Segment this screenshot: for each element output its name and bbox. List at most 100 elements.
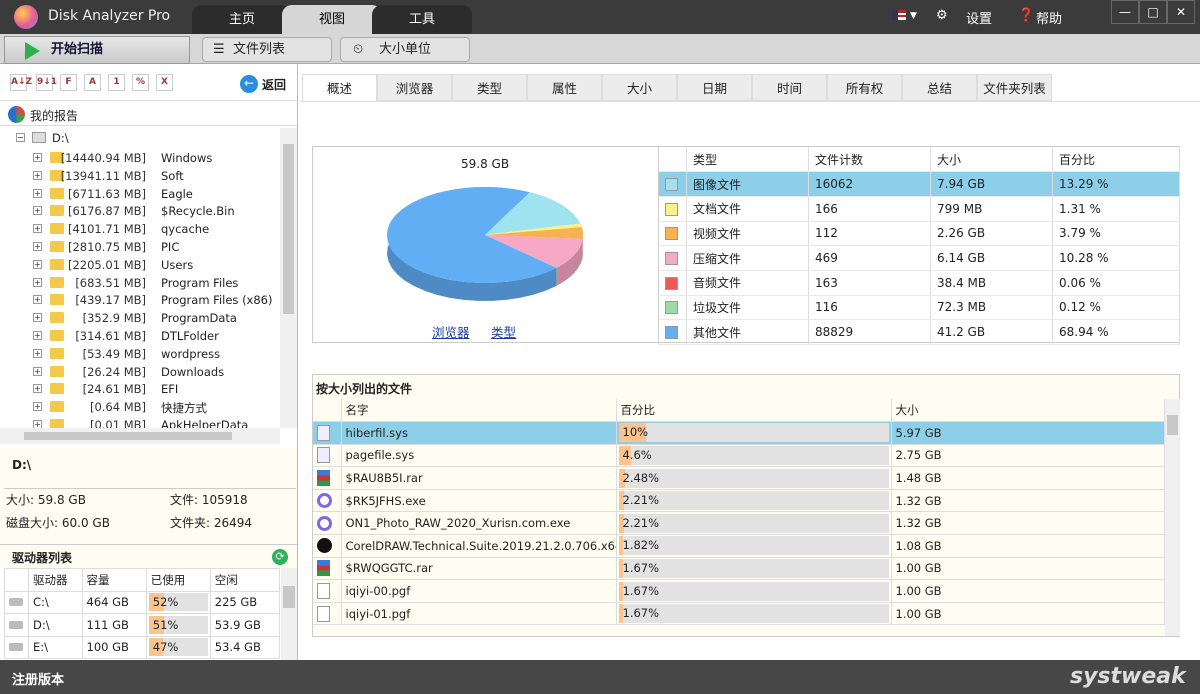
sort-button-5[interactable]: % — [132, 74, 149, 91]
files-scrollbar[interactable] — [1165, 399, 1180, 636]
tab-tools[interactable]: 工具 — [372, 5, 472, 34]
drive-row[interactable]: D:\ 111 GB 51% 53.9 GB — [4, 613, 281, 637]
tab-5[interactable]: 日期 — [677, 74, 752, 101]
tab-view[interactable]: 视图 — [282, 5, 382, 34]
back-button[interactable]: 返回 — [262, 76, 286, 93]
back-arrow-icon[interactable]: ← — [240, 75, 258, 93]
tree-item[interactable]: + [439.17 MB] Program Files (x86) — [0, 291, 280, 309]
type-row[interactable]: 文档文件 166 799 MB 1.31 % — [658, 196, 1180, 222]
col-free[interactable]: 空闲 — [209, 568, 281, 592]
file-row[interactable]: CorelDRAW.Technical.Suite.2019.21.2.0.70… — [313, 534, 1165, 558]
col-used[interactable]: 已使用 — [145, 568, 211, 592]
expand-icon[interactable]: + — [33, 402, 42, 412]
expand-icon[interactable]: + — [33, 259, 42, 269]
settings-button[interactable]: 设置 — [966, 8, 992, 27]
minimize-button[interactable]: — — [1111, 0, 1139, 24]
sort-button-0[interactable]: A↓Z — [10, 74, 32, 91]
pie-chart[interactable] — [363, 177, 613, 317]
type-row[interactable]: 其他文件 88829 41.2 GB 68.94 % — [658, 319, 1180, 345]
file-row[interactable]: iqiyi-01.pgf 1.67% 1.00 GB — [313, 602, 1165, 626]
tree-item[interactable]: + [352.9 MB] ProgramData — [0, 309, 280, 327]
sort-button-6[interactable]: X — [156, 74, 173, 91]
expand-icon[interactable]: + — [33, 224, 42, 234]
type-link[interactable]: 类型 — [491, 322, 516, 341]
tree-item[interactable]: + [2205.01 MB] Users — [0, 256, 280, 274]
collapse-icon[interactable]: − — [16, 133, 25, 142]
tab-2[interactable]: 类型 — [452, 74, 527, 101]
help-button[interactable]: 帮助 — [1036, 8, 1062, 27]
col-type[interactable]: 类型 — [686, 147, 809, 173]
tree-item[interactable]: + [0.64 MB] 快捷方式 — [0, 398, 280, 416]
drive-scrollbar[interactable] — [281, 568, 297, 660]
my-report-row[interactable]: 我的报告 — [0, 100, 297, 126]
tree-item[interactable]: + [683.51 MB] Program Files — [0, 274, 280, 292]
tree-item[interactable]: + [14440.94 MB] Windows — [0, 149, 280, 167]
expand-icon[interactable]: + — [33, 331, 42, 340]
drive-row[interactable]: C:\ 464 GB 52% 225 GB — [4, 590, 281, 614]
tree-horizontal-scrollbar[interactable] — [0, 428, 280, 444]
tree-item[interactable]: + [13941.11 MB] Soft — [0, 167, 280, 185]
close-button[interactable]: ✕ — [1167, 0, 1195, 24]
tab-8[interactable]: 总结 — [902, 74, 977, 101]
expand-icon[interactable]: + — [33, 366, 42, 376]
sort-button-2[interactable]: F — [60, 74, 77, 91]
tree-item[interactable]: + [6711.63 MB] Eagle — [0, 185, 280, 203]
tab-4[interactable]: 大小 — [602, 74, 677, 101]
type-row[interactable]: 音频文件 163 38.4 MB 0.06 % — [658, 270, 1180, 296]
col-file-percent[interactable]: 百分比 — [616, 399, 892, 423]
tree-item[interactable]: + [6176.87 MB] $Recycle.Bin — [0, 202, 280, 220]
col-drive[interactable]: 驱动器 — [28, 568, 83, 592]
maximize-button[interactable]: □ — [1139, 0, 1167, 24]
size-unit-button[interactable]: ⏲ 大小单位 — [340, 37, 470, 62]
col-name[interactable]: 名字 — [341, 399, 617, 423]
expand-icon[interactable]: + — [33, 277, 42, 287]
col-file-size[interactable]: 大小 — [891, 399, 1165, 423]
file-row[interactable]: $RK5JFHS.exe 2.21% 1.32 GB — [313, 489, 1165, 513]
chevron-down-icon[interactable]: ▼ — [910, 11, 917, 21]
file-row[interactable]: $RAU8B5I.rar 2.48% 1.48 GB — [313, 466, 1165, 490]
sort-button-1[interactable]: 9↓1 — [36, 74, 57, 91]
col-size[interactable]: 大小 — [930, 147, 1053, 173]
tab-6[interactable]: 时间 — [752, 74, 827, 101]
file-row[interactable]: hiberfil.sys 10% 5.97 GB — [313, 421, 1165, 445]
folder-tree[interactable]: − D:\ + [14440.94 MB] Windows + [13941.11 MB… — [0, 128, 280, 428]
file-row[interactable]: ON1_Photo_RAW_2020_Xurisn.com.exe 2.21% 1.… — [313, 511, 1165, 536]
type-row[interactable]: 垃圾文件 116 72.3 MB 0.12 % — [658, 295, 1180, 321]
tree-root[interactable]: D:\ — [52, 131, 69, 145]
file-row[interactable]: iqiyi-00.pgf 1.67% 1.00 GB — [313, 579, 1165, 603]
tab-3[interactable]: 属性 — [527, 74, 602, 101]
tab-7[interactable]: 所有权 — [827, 74, 902, 101]
tab-1[interactable]: 浏览器 — [377, 74, 452, 101]
tab-9[interactable]: 文件夹列表 — [977, 74, 1052, 101]
expand-icon[interactable]: + — [33, 313, 42, 323]
tree-item[interactable]: + [2810.75 MB] PIC — [0, 238, 280, 256]
tab-0[interactable]: 概述 — [302, 74, 377, 102]
file-list-button[interactable]: ☰ 文件列表 — [202, 37, 332, 62]
help-icon[interactable]: ❓ — [1018, 8, 1034, 23]
expand-icon[interactable]: + — [33, 153, 42, 162]
drive-row[interactable]: E:\ 100 GB 47% 53.4 GB — [4, 635, 281, 659]
type-row[interactable]: 视频文件 112 2.26 GB 3.79 % — [658, 221, 1180, 247]
file-row[interactable]: $RWQGGTC.rar 1.67% 1.00 GB — [313, 557, 1165, 581]
col-count[interactable]: 文件计数 — [808, 147, 931, 173]
flag-language-icon[interactable] — [892, 10, 906, 20]
col-percent[interactable]: 百分比 — [1052, 147, 1180, 173]
tree-vertical-scrollbar[interactable] — [280, 128, 297, 428]
tree-item[interactable]: + [53.49 MB] wordpress — [0, 345, 280, 363]
browser-link[interactable]: 浏览器 — [432, 322, 470, 341]
gear-icon[interactable]: ⚙ — [936, 8, 948, 23]
refresh-icon[interactable]: ⟳ — [272, 549, 288, 565]
expand-icon[interactable]: + — [33, 242, 42, 251]
tree-item[interactable]: + [24.61 MB] EFI — [0, 380, 280, 398]
tab-home[interactable]: 主页 — [192, 5, 292, 34]
expand-icon[interactable]: + — [33, 384, 42, 394]
tree-item[interactable]: + [0.01 MB] ApkHelperData — [0, 416, 280, 428]
sort-button-4[interactable]: 1 — [108, 74, 125, 91]
expand-icon[interactable]: + — [33, 420, 42, 428]
expand-icon[interactable]: + — [33, 295, 42, 305]
start-scan-button[interactable]: 开始扫描 — [4, 36, 190, 64]
type-row[interactable]: 压缩文件 469 6.14 GB 10.28 % — [658, 245, 1180, 271]
tree-item[interactable]: + [26.24 MB] Downloads — [0, 363, 280, 381]
tree-item[interactable]: + [314.61 MB] DTLFolder — [0, 327, 280, 345]
expand-icon[interactable]: + — [33, 206, 42, 216]
